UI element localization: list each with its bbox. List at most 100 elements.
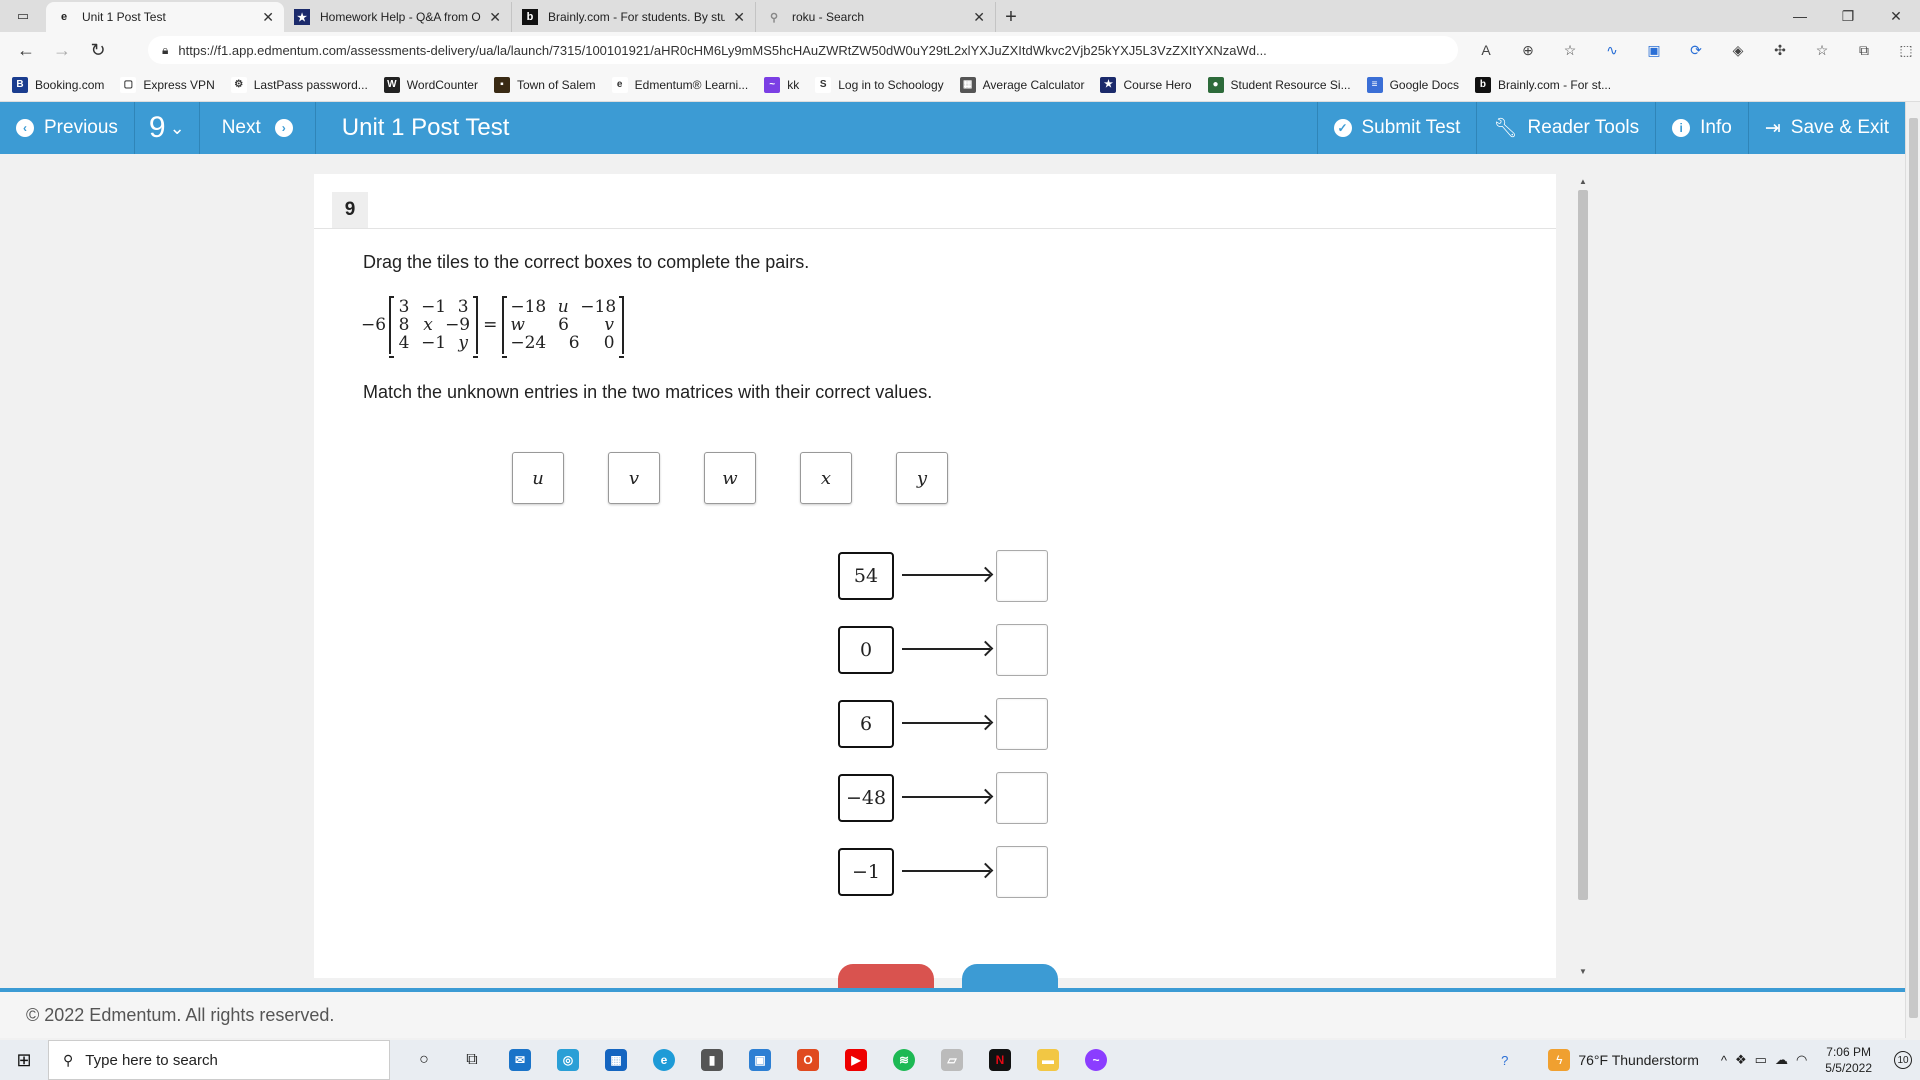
arrow-left-circle-icon: ‹ [16,119,34,137]
bookmark-item[interactable]: W WordCounter [383,76,478,93]
next-button[interactable]: Next › [200,102,316,154]
drag-tile-w[interactable]: w [704,452,756,504]
close-window-icon[interactable]: ✕ [1872,0,1920,32]
matrix-cell: −18 [510,297,547,317]
panel-scrollbar[interactable]: ▲ ▼ [1576,174,1590,978]
office-icon[interactable]: O [784,1040,832,1080]
scroll-down-icon[interactable]: ▼ [1576,964,1590,978]
minimize-icon[interactable]: — [1776,0,1824,32]
favorite-add-icon[interactable]: ☆ [1552,36,1588,64]
bookmark-item[interactable]: b Brainly.com - For st... [1474,76,1611,93]
remote-desktop-icon[interactable]: ▣ [736,1040,784,1080]
dropbox-icon[interactable]: ❖ [1735,1052,1747,1068]
drop-target-box[interactable] [996,772,1048,824]
bookmark-favicon-icon: ● [1207,76,1224,93]
extension-sync-icon[interactable]: ⟳ [1678,36,1714,64]
zoom-icon[interactable]: ⊕ [1510,36,1546,64]
refresh-icon[interactable]: ↻ [80,32,116,68]
cortana-icon[interactable]: ○ [400,1040,448,1080]
task-view-icon[interactable]: ⧉ [448,1040,496,1080]
spotify-icon[interactable]: ≋ [880,1040,928,1080]
save-exit-button[interactable]: ⇥ Save & Exit [1747,102,1905,154]
bookmark-item[interactable]: ● Student Resource Si... [1207,76,1351,93]
close-icon[interactable]: ✕ [733,9,745,26]
forward-icon[interactable]: → [44,32,80,68]
tab-actions-icon[interactable]: ▭ [0,0,46,32]
extension-blue-icon[interactable]: ▣ [1636,36,1672,64]
close-icon[interactable]: ✕ [973,9,985,26]
drop-target-box[interactable] [996,846,1048,898]
youtube-icon[interactable]: ▶ [832,1040,880,1080]
extensions-puzzle-icon[interactable]: ✣ [1762,36,1798,64]
back-icon[interactable]: ← [8,32,44,68]
lock-icon[interactable]: 🔒︎ [162,43,168,58]
arrow-right-icon [902,648,990,650]
edge-icon[interactable]: e [640,1040,688,1080]
extension-gray-icon[interactable]: ◈ [1720,36,1756,64]
reader-app-icon[interactable]: ▮ [688,1040,736,1080]
reader-tools-button[interactable]: 🔧︎ Reader Tools [1476,102,1655,154]
question-selector[interactable]: 9 ⌄ [135,102,200,154]
clock[interactable]: 7:06 PM 5/5/2022 [1825,1044,1872,1076]
bookmark-item[interactable]: ▪ Town of Salem [493,76,596,93]
teams-icon[interactable]: ◎ [544,1040,592,1080]
notifications-icon[interactable]: 10 [1886,1040,1920,1080]
store-icon[interactable]: ▦ [592,1040,640,1080]
new-tab-icon[interactable]: + [996,2,1026,32]
chevron-up-icon[interactable]: ^ [1721,1053,1727,1068]
screenshot-icon[interactable]: ⬚ [1888,36,1920,64]
bookmark-favicon-icon: ≡ [1366,76,1383,93]
display-icon[interactable]: ▭ [1755,1052,1767,1068]
bookmark-item[interactable]: S Log in to Schoology [815,76,944,93]
help-icon[interactable]: ? [1501,1053,1508,1068]
read-aloud-icon[interactable]: A [1468,36,1504,64]
info-button[interactable]: i Info [1655,102,1748,154]
bookmark-item[interactable]: ≡ Google Docs [1366,76,1459,93]
bookmark-item[interactable]: ▦ Average Calculator [959,76,1084,93]
matrix-row: −18 u −18 [510,297,616,317]
mail-icon[interactable]: ✉ [496,1040,544,1080]
drag-tile-x[interactable]: x [800,452,852,504]
scroll-thumb[interactable] [1578,190,1588,900]
page-scrollbar[interactable] [1905,102,1920,1038]
bookmark-item[interactable]: ~ kk [764,76,799,93]
drop-target-box[interactable] [996,698,1048,750]
weather-widget[interactable]: ϟ 76°F Thunderstorm [1548,1049,1699,1071]
tab-unit-1-post-test[interactable]: e Unit 1 Post Test ✕ [46,2,284,32]
drop-target-box[interactable] [996,550,1048,602]
netflix-icon[interactable]: N [976,1040,1024,1080]
bookmark-item[interactable]: ★ Course Hero [1100,76,1192,93]
tab-homework-help[interactable]: ★ Homework Help - Q&A from Onl ✕ [284,2,512,32]
drag-tile-u[interactable]: u [512,452,564,504]
bookmark-item[interactable]: B Booking.com [12,76,104,93]
restore-icon[interactable]: ❐ [1824,0,1872,32]
scroll-up-icon[interactable]: ▲ [1576,174,1590,188]
close-icon[interactable]: ✕ [262,9,274,26]
drop-target-box[interactable] [996,624,1048,676]
bookmark-item[interactable]: ⚙ LastPass password... [230,76,368,93]
bookmark-item[interactable]: e Edmentum® Learni... [611,76,748,93]
arrow-right-icon [902,796,990,798]
submit-test-button[interactable]: ✓ Submit Test [1316,102,1477,154]
page-scroll-thumb[interactable] [1909,118,1918,1018]
taskbar-search[interactable]: ⚲ Type here to search [48,1040,390,1080]
tab-roku-search[interactable]: ⚲ roku - Search ✕ [756,2,996,32]
previous-button[interactable]: ‹ Previous [0,102,135,154]
onedrive-icon[interactable]: ☁ [1775,1052,1788,1068]
address-bar[interactable]: 🔒︎ https://f1.app.edmentum.com/assessmen… [148,36,1458,64]
file-explorer-icon[interactable]: ▬ [1024,1040,1072,1080]
arrow-right-icon [902,722,990,724]
drag-tile-v[interactable]: v [608,452,660,504]
app-gray-icon[interactable]: ▱ [928,1040,976,1080]
collections-icon[interactable]: ⧉ [1846,36,1882,64]
matrix-equation: −6 3 −1 3 8 x −9 4 −1 y = −18 u −18 w 6 v −24 6 0 [361,294,627,358]
tab-brainly[interactable]: b Brainly.com - For students. By stu ✕ [512,2,756,32]
messenger-icon[interactable]: ~ [1072,1040,1120,1080]
drag-tile-y[interactable]: y [896,452,948,504]
extension-wave-icon[interactable]: ∿ [1594,36,1630,64]
bookmark-item[interactable]: ▢ Express VPN [120,76,215,93]
favorites-icon[interactable]: ☆ [1804,36,1840,64]
wifi-icon[interactable]: ◠ [1796,1052,1807,1068]
close-icon[interactable]: ✕ [489,9,501,26]
windows-start-icon[interactable]: ⊞ [0,1040,48,1080]
